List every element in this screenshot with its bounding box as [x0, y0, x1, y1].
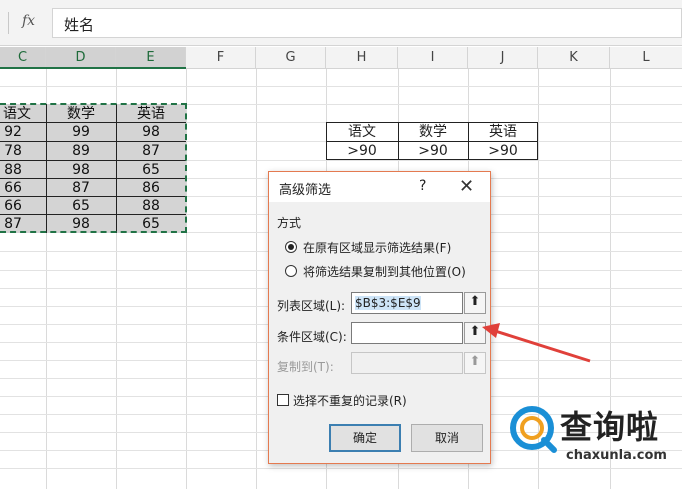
list-range-label: 列表区域(L):: [277, 299, 346, 313]
data-cell[interactable]: 89: [46, 142, 116, 160]
formula-divider: [8, 12, 9, 34]
help-button[interactable]: ?: [419, 178, 426, 194]
data-cell[interactable]: 66: [0, 197, 26, 215]
annotation-arrow-icon: [482, 323, 591, 363]
criteria-header[interactable]: 数学: [398, 123, 468, 141]
header-cell[interactable]: 语文: [0, 105, 46, 123]
data-cell[interactable]: 92: [0, 123, 26, 141]
column-selection-indicator: [0, 67, 186, 69]
header-cell[interactable]: 英语: [116, 105, 186, 123]
unique-records-checkbox[interactable]: [277, 394, 289, 406]
ok-button[interactable]: 确定: [329, 424, 401, 452]
list-range-collapse-icon[interactable]: ⬆: [464, 292, 486, 314]
data-cell[interactable]: 98: [46, 215, 116, 233]
data-cell[interactable]: 86: [116, 179, 186, 197]
copy-to-input[interactable]: [351, 352, 463, 374]
data-cell[interactable]: 88: [116, 197, 186, 215]
advanced-filter-dialog: 高级筛选 ? ✕ 方式 在原有区域显示筛选结果(F) 将筛选结果复制到其他位置(…: [268, 171, 491, 464]
criteria-range-input[interactable]: [351, 322, 463, 344]
column-header-f[interactable]: F: [186, 47, 256, 69]
radio-copy-label[interactable]: 将筛选结果复制到其他位置(O): [303, 263, 466, 280]
column-header-e[interactable]: E: [116, 47, 186, 69]
radio-in-place[interactable]: [285, 241, 297, 253]
data-cell[interactable]: 98: [116, 123, 186, 141]
radio-copy[interactable]: [285, 265, 297, 277]
column-header-g[interactable]: G: [256, 47, 326, 69]
watermark-brand: 查询啦: [560, 408, 660, 446]
column-header-h[interactable]: H: [326, 47, 398, 69]
criteria-table: 语文 数学 英语 >90 >90 >90: [326, 122, 538, 160]
unique-records-label[interactable]: 选择不重复的记录(R): [293, 392, 407, 409]
cancel-button[interactable]: 取消: [411, 424, 483, 452]
data-cell[interactable]: 65: [116, 215, 186, 233]
criteria-value[interactable]: >90: [398, 142, 468, 160]
list-range-input[interactable]: $B$3:$E$9: [351, 292, 463, 314]
data-cell[interactable]: 66: [0, 179, 26, 197]
column-header-i[interactable]: I: [398, 47, 468, 69]
watermark-url: chaxunla.com: [566, 448, 667, 463]
data-cell[interactable]: 87: [46, 179, 116, 197]
copy-to-label: 复制到(T):: [277, 360, 334, 374]
header-cell[interactable]: 数学: [46, 105, 116, 123]
column-header-l[interactable]: L: [610, 47, 682, 69]
data-cell[interactable]: 78: [0, 142, 26, 160]
data-cell[interactable]: 88: [0, 161, 26, 179]
column-header-d[interactable]: D: [46, 47, 116, 69]
criteria-header[interactable]: 语文: [327, 123, 397, 141]
criteria-value[interactable]: >90: [468, 142, 538, 160]
column-header-c[interactable]: C: [0, 47, 46, 69]
column-header-row: C D E F G H I J K L: [0, 47, 682, 69]
data-cell[interactable]: 87: [0, 215, 26, 233]
watermark-logo-icon: [510, 406, 557, 453]
data-cell[interactable]: 65: [116, 161, 186, 179]
insert-function-icon[interactable]: fx: [22, 13, 35, 29]
formula-content: 姓名: [64, 16, 95, 34]
radio-in-place-label[interactable]: 在原有区域显示筛选结果(F): [303, 239, 451, 256]
criteria-range-label: 条件区域(C):: [277, 330, 347, 344]
formula-input[interactable]: [52, 8, 682, 38]
data-cell[interactable]: 99: [46, 123, 116, 141]
data-cell[interactable]: 98: [46, 161, 116, 179]
dialog-title: 高级筛选: [279, 183, 332, 198]
column-header-j[interactable]: J: [468, 47, 538, 69]
list-range-value: $B$3:$E$9: [355, 296, 421, 310]
criteria-header[interactable]: 英语: [468, 123, 538, 141]
data-cell[interactable]: 65: [46, 197, 116, 215]
close-button[interactable]: ✕: [459, 176, 474, 197]
column-header-k[interactable]: K: [538, 47, 610, 69]
mode-label: 方式: [277, 216, 302, 230]
data-cell[interactable]: 87: [116, 142, 186, 160]
criteria-value[interactable]: >90: [327, 142, 397, 160]
